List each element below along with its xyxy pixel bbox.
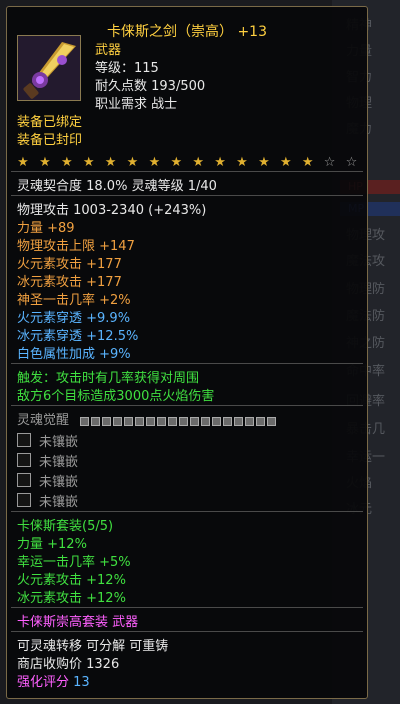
star-filled-icon: ★ bbox=[126, 155, 139, 170]
gem-slot-label: 未镶嵌 bbox=[39, 435, 79, 450]
awaken-slot-icon bbox=[168, 417, 177, 426]
stat-line: 火元素攻击 +177 bbox=[17, 257, 122, 272]
gem-socket-icon bbox=[17, 433, 31, 447]
awaken-slot-icon bbox=[135, 417, 144, 426]
awaken-slot-icon bbox=[91, 417, 100, 426]
gem-socket-icon bbox=[17, 493, 31, 507]
divider bbox=[11, 607, 363, 608]
star-filled-icon: ★ bbox=[17, 155, 29, 170]
gem-slot[interactable]: 未镶嵌 bbox=[17, 491, 78, 510]
star-filled-icon: ★ bbox=[39, 155, 51, 170]
divider bbox=[11, 631, 363, 632]
gem-slot-label: 未镶嵌 bbox=[39, 475, 79, 490]
set-title: 卡俫斯套装(5/5) bbox=[17, 519, 114, 534]
star-filled-icon: ★ bbox=[148, 155, 161, 170]
stat-line: 冰元素穿透 +12.5% bbox=[17, 329, 139, 344]
star-filled-icon: ★ bbox=[214, 155, 226, 170]
awaken-slot-icon bbox=[80, 417, 89, 426]
star-filled-icon: ★ bbox=[60, 155, 73, 170]
awaken-slot-icon bbox=[102, 417, 111, 426]
divider bbox=[11, 171, 363, 172]
awaken-slot-icon bbox=[212, 417, 221, 426]
stat-line: 冰元素攻击 +177 bbox=[17, 275, 122, 290]
awaken-slot-icon bbox=[234, 417, 243, 426]
awaken-slot-icon bbox=[201, 417, 210, 426]
item-tooltip: 卡俫斯之剑（崇高） +13 武器 等级：115 耐久点数 193/500 职业需… bbox=[6, 6, 368, 699]
gem-slot-label: 未镶嵌 bbox=[39, 495, 79, 510]
enhance-score: 强化评分 13 bbox=[17, 671, 90, 690]
set-bonus: 冰元素攻击 +12% bbox=[17, 591, 126, 606]
gem-socket-icon bbox=[17, 473, 31, 487]
awaken-slot-icon bbox=[256, 417, 265, 426]
physical-attack: 物理攻击 1003-2340 (+243%) bbox=[17, 203, 207, 218]
trigger-effect: 敌方6个目标造成3000点火焰伤害 bbox=[17, 389, 215, 404]
soul-info: 灵魂契合度 18.0% 灵魂等级 1/40 bbox=[17, 179, 217, 194]
awaken-slot-icon bbox=[223, 417, 232, 426]
awaken-slot-icon bbox=[267, 417, 276, 426]
set-piece: 卡俫斯崇高套装 武器 bbox=[17, 615, 139, 630]
item-level: 等级：115 bbox=[95, 61, 159, 76]
stat-line: 火元素穿透 +9.9% bbox=[17, 311, 131, 326]
divider bbox=[11, 363, 363, 364]
item-requirement: 职业需求 战士 bbox=[95, 97, 178, 112]
awaken-slot-icon bbox=[146, 417, 155, 426]
star-filled-icon: ★ bbox=[258, 155, 270, 170]
star-empty-icon: ☆ bbox=[345, 155, 358, 170]
stat-line: 力量 +89 bbox=[17, 221, 75, 236]
star-filled-icon: ★ bbox=[192, 155, 205, 170]
stat-line: 物理攻击上限 +147 bbox=[17, 239, 135, 254]
bound-status: 装备已绑定 bbox=[17, 115, 83, 130]
awaken-slot-icon bbox=[190, 417, 199, 426]
awaken-slot-icon bbox=[157, 417, 166, 426]
awaken-slot-icon bbox=[124, 417, 133, 426]
stat-line: 白色属性加成 +9% bbox=[17, 347, 131, 362]
star-filled-icon: ★ bbox=[236, 155, 248, 170]
gem-slot[interactable]: 未镶嵌 bbox=[17, 471, 78, 490]
gem-socket-icon bbox=[17, 453, 31, 467]
set-bonus: 力量 +12% bbox=[17, 537, 87, 552]
set-bonus: 火元素攻击 +12% bbox=[17, 573, 126, 588]
awaken-slot-icon bbox=[245, 417, 254, 426]
soul-awaken-label: 灵魂觉醒 bbox=[17, 413, 70, 428]
star-filled-icon: ★ bbox=[279, 155, 292, 170]
shop-price: 商店收购价 1326 bbox=[17, 657, 120, 672]
divider bbox=[11, 195, 363, 196]
enhance-score-label: 强化评分 bbox=[17, 675, 70, 690]
gem-slot[interactable]: 未镶嵌 bbox=[17, 431, 78, 450]
awaken-slot-icon bbox=[179, 417, 188, 426]
star-filled-icon: ★ bbox=[82, 155, 95, 170]
awaken-slot-icon bbox=[113, 417, 122, 426]
divider bbox=[11, 405, 363, 406]
stat-line: 神圣一击几率 +2% bbox=[17, 293, 131, 308]
sealed-status: 装备已封印 bbox=[17, 133, 83, 148]
sword-icon bbox=[17, 35, 81, 101]
item-flags: 可灵魂转移 可分解 可重铸 bbox=[17, 639, 169, 654]
divider bbox=[11, 511, 363, 512]
star-filled-icon: ★ bbox=[301, 155, 314, 170]
trigger-effect: 触发：攻击时有几率获得对周围 bbox=[17, 371, 200, 386]
gem-slot[interactable]: 未镶嵌 bbox=[17, 451, 78, 470]
set-bonus: 幸运一击几率 +5% bbox=[17, 555, 131, 570]
enhance-score-value: 13 bbox=[73, 675, 90, 690]
star-filled-icon: ★ bbox=[104, 155, 117, 170]
star-empty-icon: ☆ bbox=[323, 155, 336, 170]
item-durability: 耐久点数 193/500 bbox=[95, 79, 206, 94]
item-type: 武器 bbox=[95, 43, 122, 58]
gem-slot-label: 未镶嵌 bbox=[39, 455, 79, 470]
star-filled-icon: ★ bbox=[170, 155, 183, 170]
